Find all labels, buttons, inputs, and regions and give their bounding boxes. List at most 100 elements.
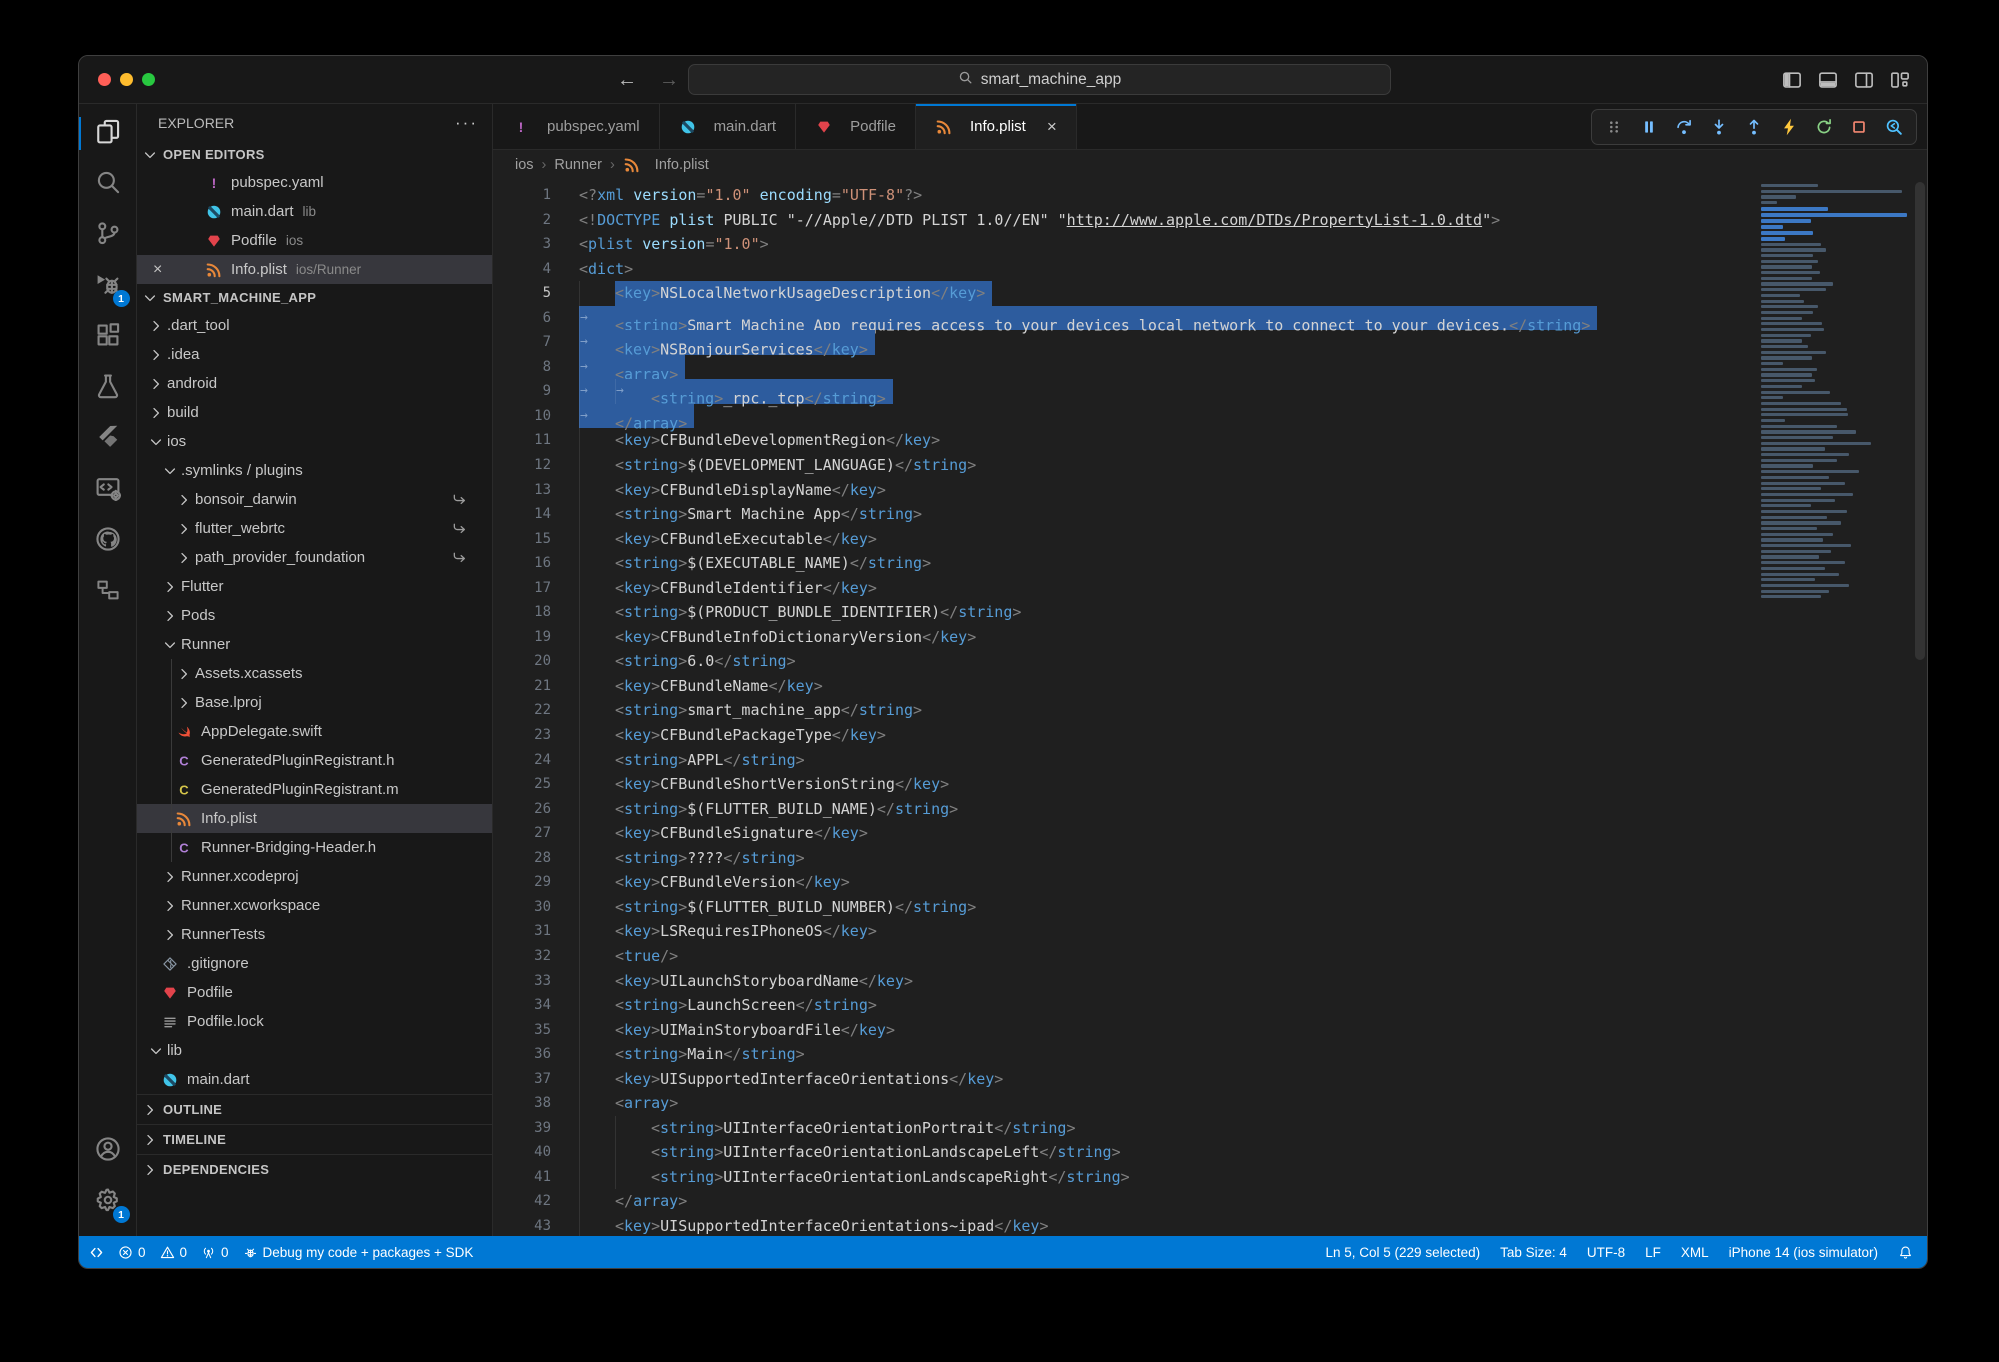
line-content[interactable]: <string>smart_machine_app</string>	[579, 698, 922, 723]
line-number[interactable]: 42	[493, 1189, 551, 1214]
tree-item[interactable]: Podfile	[137, 978, 492, 1007]
section-project[interactable]: SMART_MACHINE_APP	[137, 284, 492, 311]
tree-item[interactable]: Runner.xcworkspace	[137, 891, 492, 920]
code-line[interactable]: 19 <key>CFBundleInfoDictionaryVersion</k…	[493, 625, 1927, 650]
line-content[interactable]: <string>$(FLUTTER_BUILD_NUMBER)</string>	[579, 895, 976, 920]
tree-item[interactable]: build	[137, 398, 492, 427]
tab-pubspec.yaml[interactable]: !pubspec.yaml	[493, 104, 660, 149]
tree-item[interactable]: lib	[137, 1036, 492, 1065]
tree-item[interactable]: C Runner-Bridging-Header.h	[137, 833, 492, 862]
line-number[interactable]: 28	[493, 846, 551, 871]
code-line[interactable]: 30 <string>$(FLUTTER_BUILD_NUMBER)</stri…	[493, 895, 1927, 920]
toggle-primary-sidebar-icon[interactable]	[1782, 70, 1802, 90]
tree-item[interactable]: Flutter	[137, 572, 492, 601]
line-content[interactable]: <plist version="1.0">	[579, 232, 769, 257]
code-line[interactable]: 11 <key>CFBundleDevelopmentRegion</key>	[493, 428, 1927, 453]
open-editor-item[interactable]: main.dart lib	[137, 197, 492, 226]
line-number[interactable]: 34	[493, 993, 551, 1018]
close-icon[interactable]: ×	[1047, 118, 1057, 135]
tree-item[interactable]: Runner.xcodeproj	[137, 862, 492, 891]
code-line[interactable]: 39 <string>UIInterfaceOrientationPortrai…	[493, 1116, 1927, 1141]
activity-settings[interactable]: 1	[79, 1177, 137, 1228]
tree-item[interactable]: Runner	[137, 630, 492, 659]
line-number[interactable]: 26	[493, 797, 551, 822]
line-content[interactable]: <string>LaunchScreen</string>	[579, 993, 877, 1018]
more-actions-icon[interactable]: ···	[455, 113, 478, 133]
tab-size[interactable]: Tab Size: 4	[1500, 1245, 1567, 1260]
toggle-panel-icon[interactable]	[1818, 70, 1838, 90]
close-icon[interactable]: ×	[153, 261, 162, 279]
line-number[interactable]: 22	[493, 698, 551, 723]
line-number[interactable]: 3	[493, 232, 551, 257]
line-content[interactable]: →<string>Smart Machine App requires acce…	[579, 306, 1597, 331]
activity-flutter[interactable]	[79, 414, 137, 465]
code-line[interactable]: 37 <key>UISupportedInterfaceOrientations…	[493, 1067, 1927, 1092]
activity-run-debug[interactable]: 1	[79, 261, 137, 312]
step-over-button[interactable]	[1675, 118, 1693, 136]
code-line[interactable]: 23 <key>CFBundlePackageType</key>	[493, 723, 1927, 748]
tree-item[interactable]: bonsoir_darwin	[137, 485, 492, 514]
breadcrumb-item[interactable]: ios	[515, 157, 534, 173]
tree-item[interactable]: .symlinks / plugins	[137, 456, 492, 485]
back-button[interactable]: ←	[617, 70, 637, 90]
line-content[interactable]: <string>Main</string>	[579, 1042, 805, 1067]
line-number[interactable]: 15	[493, 527, 551, 552]
line-number[interactable]: 33	[493, 969, 551, 994]
line-content[interactable]: <key>UISupportedInterfaceOrientations</k…	[579, 1067, 1003, 1092]
tree-item[interactable]: Pods	[137, 601, 492, 630]
line-number[interactable]: 2	[493, 208, 551, 233]
line-number[interactable]: 41	[493, 1165, 551, 1190]
line-content[interactable]: <key>CFBundleSignature</key>	[579, 821, 868, 846]
code-line[interactable]: 24 <string>APPL</string>	[493, 748, 1927, 773]
step-into-button[interactable]	[1710, 118, 1728, 136]
tab-main.dart[interactable]: main.dart	[660, 104, 797, 149]
line-content[interactable]: <key>CFBundleName</key>	[579, 674, 823, 699]
code-line[interactable]: 6 →<string>Smart Machine App requires ac…	[493, 306, 1927, 331]
tree-item[interactable]: AppDelegate.swift	[137, 717, 492, 746]
line-number[interactable]: 30	[493, 895, 551, 920]
gripper-button[interactable]	[1605, 118, 1623, 136]
line-number[interactable]: 1	[493, 183, 551, 208]
code-line[interactable]: 21 <key>CFBundleName</key>	[493, 674, 1927, 699]
code-line[interactable]: 25 <key>CFBundleShortVersionString</key>	[493, 772, 1927, 797]
breadcrumb-file[interactable]: Info.plist	[623, 157, 709, 173]
line-content[interactable]: <string>$(EXECUTABLE_NAME)</string>	[579, 551, 931, 576]
encoding[interactable]: UTF-8	[1587, 1245, 1625, 1260]
problems-errors[interactable]: 0	[118, 1245, 146, 1260]
minimize-window-button[interactable]	[120, 73, 133, 86]
language-mode[interactable]: XML	[1681, 1245, 1709, 1260]
code-line[interactable]: 13 <key>CFBundleDisplayName</key>	[493, 478, 1927, 503]
line-content[interactable]: <dict>	[579, 257, 633, 282]
line-content[interactable]: →→<string>_rpc._tcp</string>	[579, 379, 893, 404]
code-line[interactable]: 28 <string>????</string>	[493, 846, 1927, 871]
code-line[interactable]: 33 <key>UILaunchStoryboardName</key>	[493, 969, 1927, 994]
line-content[interactable]: <string>UIInterfaceOrientationLandscapeL…	[579, 1140, 1121, 1165]
line-content[interactable]: <key>CFBundleDisplayName</key>	[579, 478, 886, 503]
toggle-secondary-sidebar-icon[interactable]	[1854, 70, 1874, 90]
line-content[interactable]: <string>$(FLUTTER_BUILD_NAME)</string>	[579, 797, 958, 822]
activity-testing[interactable]	[79, 363, 137, 414]
inspect-button[interactable]	[1885, 118, 1903, 136]
code-line[interactable]: 35 <key>UIMainStoryboardFile</key>	[493, 1018, 1927, 1043]
line-content[interactable]: <string>$(PRODUCT_BUNDLE_IDENTIFIER)</st…	[579, 600, 1021, 625]
activity-github[interactable]	[79, 516, 137, 567]
line-number[interactable]: 17	[493, 576, 551, 601]
code-line[interactable]: 32 <true/>	[493, 944, 1927, 969]
activity-devtools[interactable]	[79, 465, 137, 516]
line-number[interactable]: 10	[493, 404, 551, 429]
activity-hierarchy[interactable]	[79, 567, 137, 618]
zoom-window-button[interactable]	[142, 73, 155, 86]
line-content[interactable]: →<key>NSBonjourServices</key>	[579, 330, 875, 355]
tree-item[interactable]: .idea	[137, 340, 492, 369]
pause-button[interactable]	[1640, 118, 1658, 136]
line-content[interactable]: →<array>	[579, 355, 685, 380]
line-content[interactable]: <string>Smart Machine App</string>	[579, 502, 922, 527]
section-dependencies[interactable]: DEPENDENCIES	[137, 1154, 492, 1184]
line-number[interactable]: 6	[493, 306, 551, 331]
line-content[interactable]: <key>CFBundleShortVersionString</key>	[579, 772, 949, 797]
line-number[interactable]: 29	[493, 870, 551, 895]
code-line[interactable]: 27 <key>CFBundleSignature</key>	[493, 821, 1927, 846]
code-line[interactable]: 12 <string>$(DEVELOPMENT_LANGUAGE)</stri…	[493, 453, 1927, 478]
activity-account[interactable]	[79, 1126, 137, 1177]
tree-item[interactable]: .dart_tool	[137, 311, 492, 340]
